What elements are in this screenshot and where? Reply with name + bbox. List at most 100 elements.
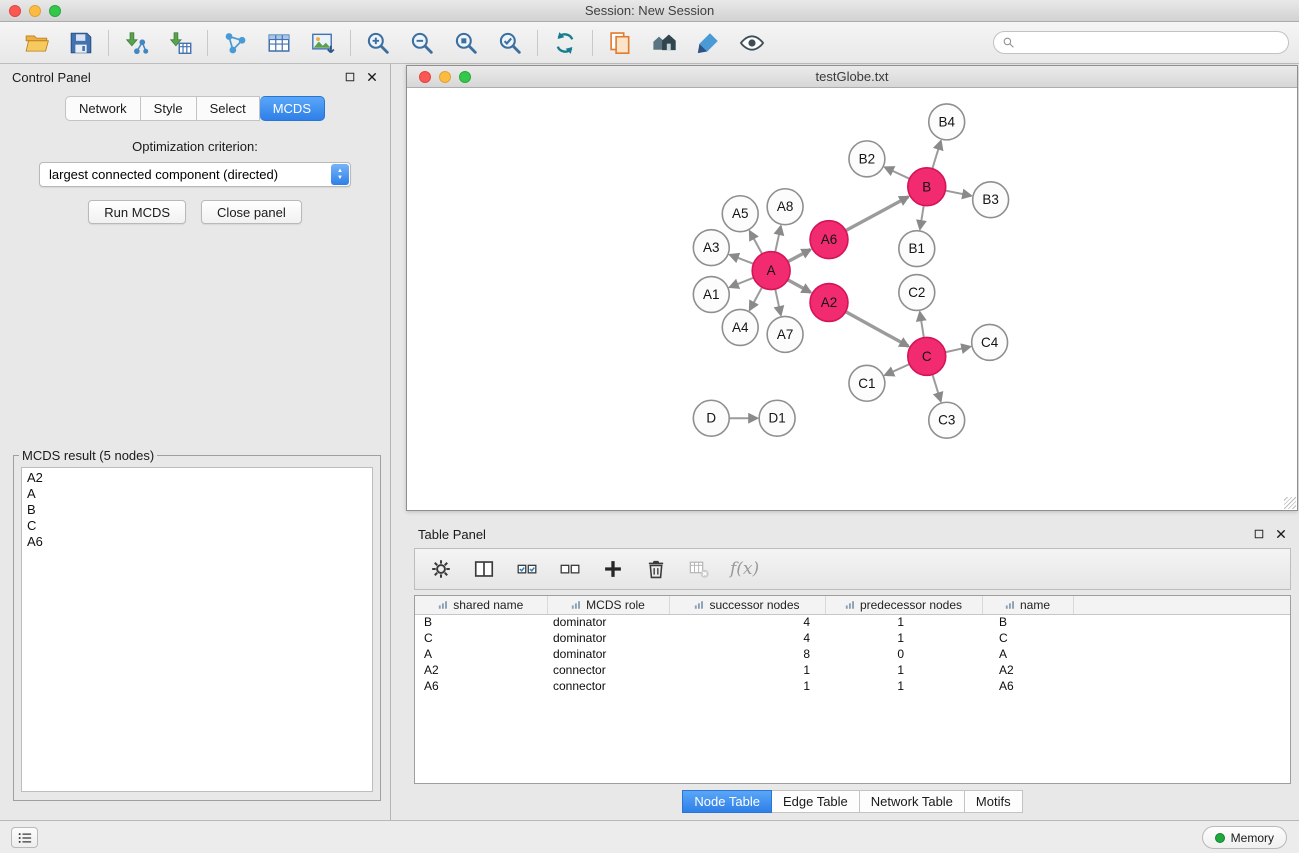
graph-node-B4[interactable]: B4 [929, 104, 965, 140]
graph-edge-A-A8[interactable] [775, 226, 781, 252]
graph-node-A2[interactable]: A2 [810, 284, 848, 322]
cell[interactable]: 1 [825, 662, 982, 678]
graph-node-A[interactable]: A [752, 252, 790, 290]
save-session-icon[interactable] [67, 29, 95, 57]
table-row[interactable]: A2connector11A2 [415, 662, 1290, 678]
mcds-result-list[interactable]: A2ABCA6 [21, 467, 373, 792]
cell[interactable]: 1 [825, 678, 982, 694]
column-header-successor-nodes[interactable]: successor nodes [669, 596, 825, 614]
snapshot-icon[interactable] [606, 29, 634, 57]
columns-icon[interactable] [472, 557, 496, 581]
select-all-icon[interactable] [515, 557, 539, 581]
delete-row-icon[interactable] [644, 557, 668, 581]
export-image-icon[interactable] [309, 29, 337, 57]
cell[interactable]: A [982, 646, 1073, 662]
style-brush-icon[interactable] [694, 29, 722, 57]
cell[interactable]: 1 [825, 630, 982, 646]
graph-edge-C-C2[interactable] [920, 312, 924, 337]
float-panel-icon[interactable] [344, 71, 356, 83]
graph-edge-C-C3[interactable] [932, 374, 940, 401]
cell[interactable]: A [415, 646, 547, 662]
new-table-icon[interactable] [265, 29, 293, 57]
graph-node-A3[interactable]: A3 [693, 230, 729, 266]
graph-edge-C-C4[interactable] [945, 347, 970, 353]
graph-node-A1[interactable]: A1 [693, 277, 729, 313]
close-network-window-button[interactable] [419, 71, 431, 83]
close-panel-icon[interactable] [366, 71, 378, 83]
unselect-all-icon[interactable] [558, 557, 582, 581]
cell[interactable]: connector [547, 662, 669, 678]
cell[interactable]: 8 [669, 646, 825, 662]
zoom-fit-icon[interactable] [496, 29, 524, 57]
zoom-out-icon[interactable] [408, 29, 436, 57]
cell[interactable]: dominator [547, 614, 669, 630]
graph-edge-A-A1[interactable] [730, 278, 754, 287]
graph-edge-B-B3[interactable] [945, 191, 971, 196]
criterion-dropdown[interactable]: largest connected component (directed) ▲… [39, 162, 351, 187]
graph-edge-B-B2[interactable] [885, 167, 910, 178]
graph-edge-C-C1[interactable] [885, 364, 909, 375]
mcds-result-item[interactable]: C [27, 518, 367, 534]
graph-edge-A6-B[interactable] [846, 197, 909, 231]
show-hide-icon[interactable] [738, 29, 766, 57]
task-history-button[interactable] [11, 827, 38, 848]
cell[interactable]: 1 [669, 678, 825, 694]
graph-node-A6[interactable]: A6 [810, 221, 848, 259]
refresh-layout-icon[interactable] [551, 29, 579, 57]
cell[interactable]: 4 [669, 630, 825, 646]
zoom-network-window-button[interactable] [459, 71, 471, 83]
tab-mcds[interactable]: MCDS [260, 96, 325, 121]
tab-edge-table[interactable]: Edge Table [772, 790, 860, 813]
cell[interactable]: connector [547, 678, 669, 694]
tab-motifs[interactable]: Motifs [965, 790, 1023, 813]
tab-node-table[interactable]: Node Table [682, 790, 772, 813]
zoom-window-button[interactable] [49, 5, 61, 17]
graph-edge-A-A4[interactable] [750, 287, 762, 310]
minimize-network-window-button[interactable] [439, 71, 451, 83]
close-panel-button[interactable]: Close panel [201, 200, 302, 224]
graph-edge-A-A7[interactable] [775, 289, 781, 315]
cell[interactable]: B [982, 614, 1073, 630]
table-row[interactable]: Adominator80A [415, 646, 1290, 662]
cell[interactable]: A6 [415, 678, 547, 694]
graph-node-C[interactable]: C [908, 337, 946, 375]
column-header-shared-name[interactable]: shared name [415, 596, 547, 614]
open-session-icon[interactable] [23, 29, 51, 57]
new-network-icon[interactable] [221, 29, 249, 57]
graph-node-B[interactable]: B [908, 168, 946, 206]
mcds-result-item[interactable]: A6 [27, 534, 367, 550]
graph-node-B2[interactable]: B2 [849, 141, 885, 177]
graph-edge-A-A3[interactable] [730, 255, 754, 264]
mcds-result-item[interactable]: A2 [27, 470, 367, 486]
cell[interactable]: 1 [825, 614, 982, 630]
graph-edge-A-A2[interactable] [788, 280, 811, 293]
graph-node-A8[interactable]: A8 [767, 189, 803, 225]
table-row[interactable]: Bdominator41B [415, 614, 1290, 630]
cell[interactable]: A2 [415, 662, 547, 678]
tab-network[interactable]: Network [65, 96, 141, 121]
graph-edge-B-B1[interactable] [920, 206, 924, 229]
tab-select[interactable]: Select [197, 96, 260, 121]
cell[interactable]: B [415, 614, 547, 630]
float-table-panel-icon[interactable] [1253, 528, 1265, 540]
search-field[interactable] [993, 31, 1289, 54]
cell[interactable]: C [982, 630, 1073, 646]
graph-node-A5[interactable]: A5 [722, 196, 758, 232]
network-graph[interactable]: B4B2BB3A5A8A6B1A3AC2A1A2A4A7C4CC1C3DD1 [407, 88, 1297, 510]
cell[interactable]: 0 [825, 646, 982, 662]
cell[interactable]: dominator [547, 646, 669, 662]
graph-node-B1[interactable]: B1 [899, 231, 935, 267]
minimize-window-button[interactable] [29, 5, 41, 17]
graph-node-A7[interactable]: A7 [767, 316, 803, 352]
table-row[interactable]: A6connector11A6 [415, 678, 1290, 694]
run-mcds-button[interactable]: Run MCDS [88, 200, 186, 224]
close-window-button[interactable] [9, 5, 21, 17]
memory-button[interactable]: Memory [1202, 826, 1287, 849]
import-table-icon[interactable] [166, 29, 194, 57]
search-input[interactable] [1019, 35, 1280, 50]
column-header-predecessor-nodes[interactable]: predecessor nodes [825, 596, 982, 614]
graph-edge-B-B4[interactable] [932, 141, 940, 169]
close-table-panel-icon[interactable] [1275, 528, 1287, 540]
add-row-icon[interactable] [601, 557, 625, 581]
graph-node-C4[interactable]: C4 [972, 324, 1008, 360]
